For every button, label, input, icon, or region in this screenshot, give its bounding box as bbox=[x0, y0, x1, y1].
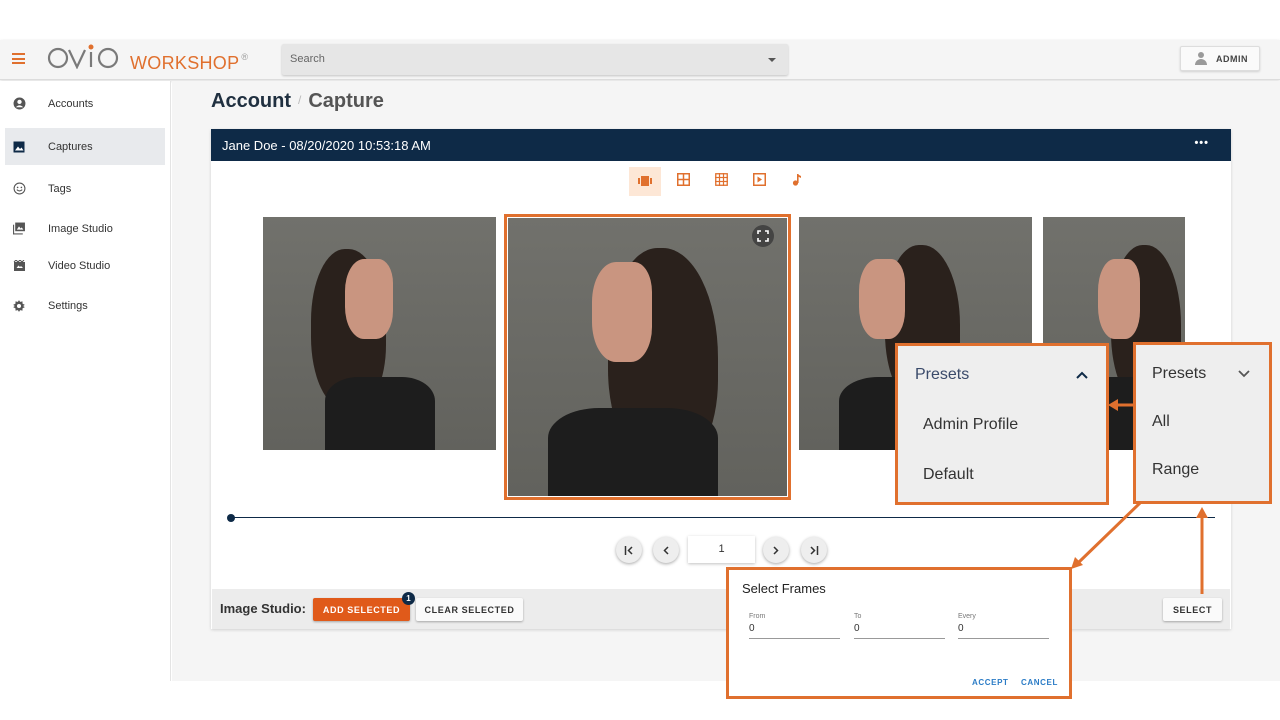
chevron-down-icon[interactable] bbox=[1238, 370, 1250, 378]
grid-3x3-icon bbox=[714, 172, 728, 191]
page-number-input[interactable]: 1 bbox=[688, 536, 755, 563]
presets-header[interactable]: Presets bbox=[1152, 365, 1206, 383]
carousel-icon bbox=[638, 173, 652, 191]
more-options-icon[interactable]: ••• bbox=[1194, 137, 1209, 149]
chevron-right-icon bbox=[773, 545, 779, 555]
carousel-view-button[interactable] bbox=[629, 167, 661, 196]
field-value: 0 bbox=[854, 623, 860, 634]
breadcrumb-current: Capture bbox=[308, 90, 384, 112]
logo-text: WORKSHOP bbox=[130, 53, 240, 73]
account-circle-icon bbox=[12, 97, 26, 111]
search-placeholder: Search bbox=[290, 53, 325, 65]
user-label: ADMIN bbox=[1216, 53, 1248, 64]
user-icon bbox=[1195, 52, 1207, 65]
fullscreen-icon[interactable] bbox=[752, 225, 774, 247]
sidebar-item-captures[interactable]: Captures bbox=[5, 128, 165, 165]
breadcrumb-separator: / bbox=[298, 93, 302, 107]
logo-mark bbox=[47, 43, 122, 74]
last-page-icon bbox=[810, 545, 819, 555]
sidebar-item-tags[interactable]: Tags bbox=[5, 170, 165, 207]
presets-dropdown-open: Presets Admin Profile Default bbox=[895, 343, 1109, 505]
previous-page-button[interactable] bbox=[653, 537, 679, 563]
sidebar-item-label: Settings bbox=[48, 299, 88, 312]
movie-icon bbox=[12, 259, 26, 273]
photo-library-icon bbox=[12, 222, 26, 236]
preset-option[interactable]: All bbox=[1152, 413, 1170, 431]
search-input[interactable]: Search bbox=[282, 44, 788, 75]
top-app-bar: WORKSHOP ® Search ADMIN bbox=[0, 40, 1280, 80]
from-field[interactable]: From 0 bbox=[749, 613, 840, 639]
presets-header[interactable]: Presets bbox=[915, 366, 969, 384]
sidebar-item-settings[interactable]: Settings bbox=[5, 287, 165, 324]
sidebar-item-label: Image Studio bbox=[48, 222, 113, 235]
sidebar: Accounts Captures Tags Image Studio Vide… bbox=[0, 81, 171, 681]
add-selected-button[interactable]: ADD SELECTED bbox=[313, 598, 410, 621]
select-frames-dialog: Select Frames From 0 To 0 Every 0 ACCEPT… bbox=[726, 567, 1072, 699]
capture-header: Jane Doe - 08/20/2020 10:53:18 AM ••• bbox=[211, 129, 1231, 161]
next-page-button[interactable] bbox=[763, 537, 789, 563]
grid-2x2-icon bbox=[676, 172, 690, 191]
user-menu-button[interactable]: ADMIN bbox=[1180, 46, 1260, 71]
field-value: 0 bbox=[958, 623, 964, 634]
app-logo[interactable]: WORKSHOP ® bbox=[47, 43, 249, 74]
sidebar-item-label: Tags bbox=[48, 182, 72, 195]
sidebar-item-label: Captures bbox=[48, 140, 93, 153]
image-studio-label: Image Studio: bbox=[220, 601, 306, 616]
field-label: Every bbox=[958, 613, 976, 620]
every-field[interactable]: Every 0 bbox=[958, 613, 1049, 639]
audio-view-button[interactable] bbox=[781, 167, 813, 196]
dropdown-arrow-icon[interactable] bbox=[768, 58, 776, 62]
clear-selected-button[interactable]: CLEAR SELECTED bbox=[416, 598, 523, 621]
accept-button[interactable]: ACCEPT bbox=[972, 678, 1009, 687]
grid-3x3-view-button[interactable] bbox=[705, 167, 737, 196]
sidebar-item-accounts[interactable]: Accounts bbox=[5, 85, 165, 122]
field-label: From bbox=[749, 613, 766, 620]
to-field[interactable]: To 0 bbox=[854, 613, 945, 639]
preset-option[interactable]: Admin Profile bbox=[923, 416, 1018, 434]
field-label: To bbox=[854, 613, 862, 620]
ovio-logo-icon bbox=[47, 44, 119, 70]
preset-option[interactable]: Default bbox=[923, 466, 974, 484]
breadcrumb: Account / Capture bbox=[211, 90, 384, 113]
capture-thumbnail[interactable] bbox=[263, 217, 496, 450]
play-icon bbox=[752, 172, 766, 191]
preset-option[interactable]: Range bbox=[1152, 461, 1199, 479]
grid-2x2-view-button[interactable] bbox=[667, 167, 699, 196]
cancel-button[interactable]: CANCEL bbox=[1021, 678, 1058, 687]
menu-icon[interactable] bbox=[12, 53, 25, 64]
play-view-button[interactable] bbox=[743, 167, 775, 196]
smiley-icon bbox=[12, 182, 26, 196]
gear-icon bbox=[12, 299, 26, 313]
first-page-button[interactable] bbox=[616, 537, 642, 563]
chevron-up-icon[interactable] bbox=[1076, 371, 1088, 379]
sidebar-item-image-studio[interactable]: Image Studio bbox=[5, 210, 165, 247]
registered-mark: ® bbox=[241, 52, 249, 62]
sidebar-item-label: Accounts bbox=[48, 97, 94, 110]
last-page-button[interactable] bbox=[801, 537, 827, 563]
first-page-icon bbox=[624, 545, 633, 555]
chevron-left-icon bbox=[663, 545, 669, 555]
breadcrumb-root[interactable]: Account bbox=[211, 90, 291, 112]
dialog-title: Select Frames bbox=[742, 581, 826, 596]
capture-thumbnail-selected[interactable] bbox=[508, 218, 787, 496]
selected-count-badge: 1 bbox=[402, 592, 415, 605]
select-button[interactable]: SELECT bbox=[1163, 598, 1222, 621]
presets-dropdown-menu: Presets All Range bbox=[1133, 342, 1272, 504]
music-note-icon bbox=[792, 173, 802, 191]
image-icon bbox=[12, 140, 26, 154]
view-mode-toolbar bbox=[629, 167, 819, 196]
sidebar-item-label: Video Studio bbox=[48, 259, 111, 272]
capture-title: Jane Doe - 08/20/2020 10:53:18 AM bbox=[222, 138, 431, 153]
frame-slider-handle[interactable] bbox=[227, 514, 235, 522]
field-value: 0 bbox=[749, 623, 755, 634]
frame-slider-track[interactable] bbox=[230, 517, 1215, 518]
sidebar-item-video-studio[interactable]: Video Studio bbox=[5, 247, 165, 284]
